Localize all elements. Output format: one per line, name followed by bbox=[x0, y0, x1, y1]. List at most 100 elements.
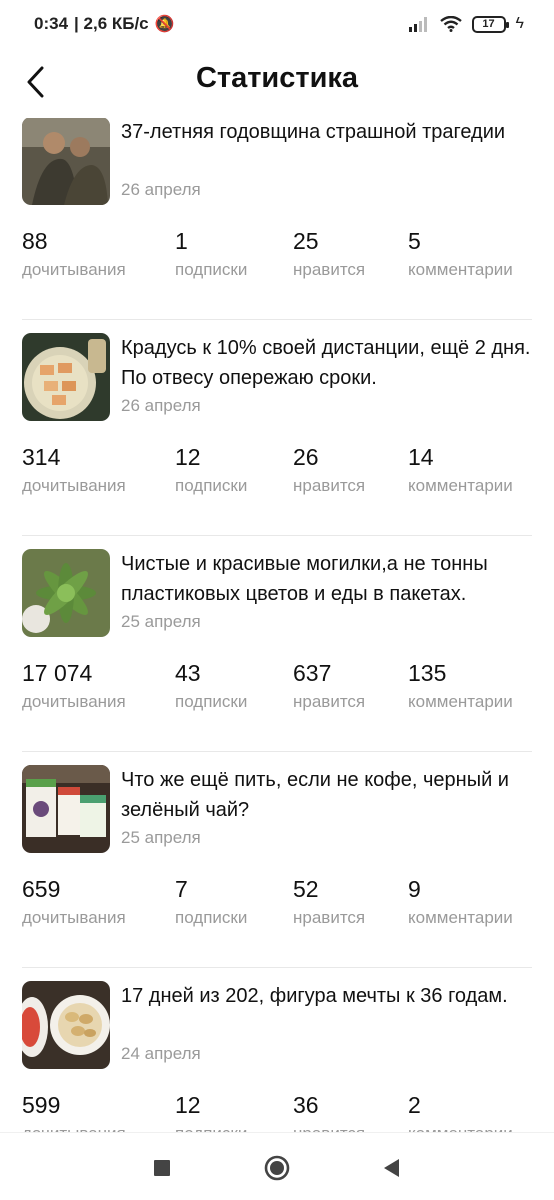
stat-value: 5 bbox=[408, 228, 421, 254]
stat-label: подписки bbox=[175, 692, 248, 711]
stat-reads: 659 дочитывания bbox=[22, 876, 126, 928]
stat-reads: 599 дочитывания bbox=[22, 1092, 126, 1132]
stat-label: дочитывания bbox=[22, 260, 126, 279]
article-card[interactable]: Что же ещё пить, если не кофе, черный и … bbox=[22, 752, 532, 968]
stat-value: 14 bbox=[408, 444, 434, 470]
stat-label: комментарии bbox=[408, 476, 513, 495]
article-date: 26 апреля bbox=[121, 396, 201, 415]
stat-value: 599 bbox=[22, 1092, 61, 1118]
stat-subscriptions: 43 подписки bbox=[175, 660, 247, 712]
stat-likes: 26 нравится bbox=[293, 444, 365, 496]
system-nav-bar bbox=[0, 1132, 554, 1200]
status-time: 0:34 bbox=[34, 14, 69, 33]
article-date: 24 апреля bbox=[121, 1044, 201, 1063]
battery-icon: 17 bbox=[471, 15, 509, 33]
stat-reads: 88 дочитывания bbox=[22, 228, 126, 280]
stat-value: 2 bbox=[408, 1092, 421, 1118]
stat-label: нравится bbox=[293, 1124, 365, 1132]
stat-reads: 314 дочитывания bbox=[22, 444, 126, 496]
article-card[interactable]: 37-летняя годовщина страшной трагедии 26… bbox=[22, 118, 532, 320]
article-card[interactable]: 17 дней из 202, фигура мечты к 36 годам.… bbox=[22, 968, 532, 1132]
network-speed: | 2,6 КБ/с bbox=[74, 14, 149, 33]
stat-likes: 36 нравится bbox=[293, 1092, 365, 1132]
stat-value: 26 bbox=[293, 444, 319, 470]
article-title[interactable]: Крадусь к 10% своей дистанции, ещё 2 дня… bbox=[121, 333, 532, 393]
stat-value: 637 bbox=[293, 660, 332, 686]
stat-value: 659 bbox=[22, 876, 61, 902]
stat-label: комментарии bbox=[408, 1124, 513, 1132]
stat-value: 17 074 bbox=[22, 660, 93, 686]
stat-value: 7 bbox=[175, 876, 188, 902]
stat-comments: 5 комментарии bbox=[408, 228, 513, 280]
home-button[interactable] bbox=[262, 1153, 292, 1183]
stat-value: 36 bbox=[293, 1092, 319, 1118]
fruit-plate-thumbnail[interactable] bbox=[22, 981, 110, 1069]
stat-label: дочитывания bbox=[22, 908, 126, 927]
wifi-icon bbox=[439, 16, 462, 32]
stat-value: 52 bbox=[293, 876, 319, 902]
stat-label: подписки bbox=[175, 260, 248, 279]
status-right: 17 ϟ bbox=[408, 15, 524, 33]
square-icon bbox=[154, 1160, 170, 1176]
page-title: Статистика bbox=[195, 62, 359, 94]
article-title[interactable]: 37-летняя годовщина страшной трагедии bbox=[121, 118, 532, 147]
stat-label: комментарии bbox=[408, 692, 513, 711]
stat-subscriptions: 12 подписки bbox=[175, 444, 247, 496]
stat-label: нравится bbox=[293, 692, 366, 711]
circle-icon bbox=[264, 1155, 290, 1181]
stat-label: дочитывания bbox=[22, 692, 126, 711]
bell-muted-icon: 🔕 bbox=[154, 16, 175, 33]
stat-label: нравится bbox=[293, 908, 366, 927]
stat-subscriptions: 12 подписки bbox=[175, 1092, 247, 1132]
stat-subscriptions: 1 подписки bbox=[175, 228, 247, 280]
article-title[interactable]: Что же ещё пить, если не кофе, черный и … bbox=[121, 765, 532, 825]
food-plate-thumbnail[interactable] bbox=[22, 333, 110, 421]
signal-icon bbox=[408, 17, 427, 32]
stat-reads: 17 074 дочитывания bbox=[22, 660, 126, 712]
stat-likes: 25 нравится bbox=[293, 228, 365, 280]
stat-label: нравится bbox=[293, 476, 366, 495]
stat-value: 88 bbox=[22, 228, 48, 254]
stat-value: 25 bbox=[293, 228, 319, 254]
stat-comments: 14 комментарии bbox=[408, 444, 513, 496]
recents-button[interactable] bbox=[147, 1153, 177, 1183]
succulent-plant-thumbnail[interactable] bbox=[22, 549, 110, 637]
stat-comments: 135 комментарии bbox=[408, 660, 513, 712]
stat-value: 1 bbox=[175, 228, 188, 254]
stat-value: 9 bbox=[408, 876, 421, 902]
article-title[interactable]: 17 дней из 202, фигура мечты к 36 годам. bbox=[121, 981, 532, 1011]
article-card[interactable]: Чистые и красивые могилки,а не тонны пла… bbox=[22, 536, 532, 752]
stat-label: комментарии bbox=[408, 908, 513, 927]
stat-value: 314 bbox=[22, 444, 61, 470]
stat-label: подписки bbox=[175, 476, 248, 495]
article-date: 25 апреля bbox=[121, 828, 201, 847]
top-app-bar: Статистика bbox=[0, 50, 554, 118]
stat-value: 135 bbox=[408, 660, 447, 686]
article-date: 26 апреля bbox=[121, 180, 201, 199]
back-nav-button[interactable] bbox=[376, 1153, 406, 1183]
article-card[interactable]: Крадусь к 10% своей дистанции, ещё 2 дня… bbox=[22, 320, 532, 536]
stat-value: 12 bbox=[175, 1092, 201, 1118]
stat-label: комментарии bbox=[408, 260, 513, 279]
stat-value: 43 bbox=[175, 660, 201, 686]
stat-value: 12 bbox=[175, 444, 201, 470]
tea-packages-thumbnail[interactable] bbox=[22, 765, 110, 853]
soldiers-photo-thumbnail[interactable] bbox=[22, 118, 110, 205]
stat-label: подписки bbox=[175, 908, 248, 927]
stats-list[interactable]: 37-летняя годовщина страшной трагедии 26… bbox=[0, 118, 554, 1132]
battery-level: 17 bbox=[482, 18, 495, 30]
stat-label: дочитывания bbox=[22, 476, 126, 495]
stat-likes: 637 нравится bbox=[293, 660, 365, 712]
stat-label: дочитывания bbox=[22, 1124, 126, 1132]
stat-subscriptions: 7 подписки bbox=[175, 876, 247, 928]
status-bar: 0:34 | 2,6 КБ/с 🔕 17 ϟ bbox=[0, 0, 554, 50]
stat-likes: 52 нравится bbox=[293, 876, 365, 928]
status-left: 0:34 | 2,6 КБ/с 🔕 bbox=[34, 14, 175, 34]
article-title[interactable]: Чистые и красивые могилки,а не тонны пла… bbox=[121, 549, 532, 609]
triangle-back-icon bbox=[384, 1159, 399, 1177]
stat-comments: 9 комментарии bbox=[408, 876, 513, 928]
stat-comments: 2 комментарии bbox=[408, 1092, 513, 1132]
stat-label: нравится bbox=[293, 260, 366, 279]
charging-icon: ϟ bbox=[515, 15, 524, 32]
stat-label: подписки bbox=[175, 1124, 247, 1132]
